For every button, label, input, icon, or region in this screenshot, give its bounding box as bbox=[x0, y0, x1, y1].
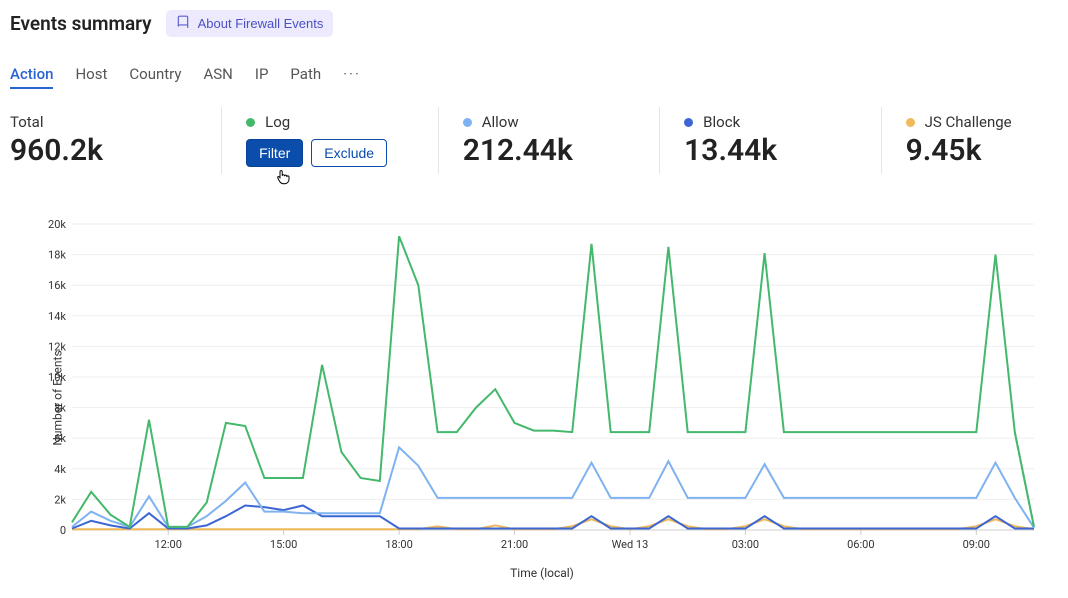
summary-block-label: Block bbox=[703, 113, 740, 131]
page-title: Events summary bbox=[10, 12, 152, 35]
y-axis-label: Number of Events bbox=[51, 350, 65, 445]
cursor-hand-icon bbox=[274, 167, 292, 192]
exclude-button[interactable]: Exclude bbox=[311, 139, 387, 167]
summary-allow[interactable]: Allow 212.44k bbox=[438, 107, 659, 174]
about-label: About Firewall Events bbox=[198, 16, 324, 31]
dot-icon bbox=[463, 118, 472, 127]
summary-allow-value: 212.44k bbox=[463, 133, 635, 168]
y-tick-label: 0 bbox=[60, 524, 66, 537]
tab-path[interactable]: Path bbox=[290, 65, 321, 89]
tab-action[interactable]: Action bbox=[10, 65, 53, 89]
tabs: Action Host Country ASN IP Path ··· bbox=[10, 65, 1058, 89]
summary-log[interactable]: Log Filter Exclude bbox=[221, 107, 438, 174]
y-tick-label: 4k bbox=[54, 463, 66, 476]
about-firewall-button[interactable]: About Firewall Events bbox=[166, 10, 334, 37]
summary-total-value: 960.2k bbox=[10, 133, 197, 168]
tab-ip[interactable]: IP bbox=[255, 65, 269, 89]
y-tick-label: 16k bbox=[48, 279, 66, 292]
tab-host[interactable]: Host bbox=[75, 65, 107, 89]
series-line-log bbox=[72, 236, 1034, 527]
summary-row: Total 960.2k Log Filter Exclude Allow 21… bbox=[10, 107, 1058, 174]
summary-block[interactable]: Block 13.44k bbox=[659, 107, 880, 174]
book-icon bbox=[176, 15, 190, 32]
x-tick-label: 12:00 bbox=[154, 538, 181, 551]
summary-js[interactable]: JS Challenge 9.45k bbox=[881, 107, 1058, 174]
x-tick-label: 09:00 bbox=[963, 538, 990, 551]
summary-js-label: JS Challenge bbox=[925, 113, 1012, 131]
tab-asn[interactable]: ASN bbox=[203, 65, 232, 89]
x-tick-label: 15:00 bbox=[270, 538, 297, 551]
x-tick-label: 18:00 bbox=[385, 538, 412, 551]
x-tick-label: 06:00 bbox=[847, 538, 874, 551]
tab-more-icon[interactable]: ··· bbox=[343, 65, 361, 89]
events-line-chart: 02k4k6k8k10k12k14k16k18k20k12:0015:0018:… bbox=[26, 216, 1046, 556]
y-tick-label: 14k bbox=[48, 310, 66, 323]
x-axis-label: Time (local) bbox=[26, 566, 1058, 580]
y-tick-label: 18k bbox=[48, 249, 66, 262]
filter-button[interactable]: Filter bbox=[246, 139, 303, 167]
x-tick-label: Wed 13 bbox=[612, 538, 649, 551]
x-tick-label: 03:00 bbox=[732, 538, 759, 551]
summary-allow-label: Allow bbox=[482, 113, 519, 131]
dot-icon bbox=[246, 118, 255, 127]
y-tick-label: 20k bbox=[48, 218, 66, 231]
summary-total: Total 960.2k bbox=[10, 107, 221, 174]
summary-block-value: 13.44k bbox=[684, 133, 856, 168]
x-tick-label: 21:00 bbox=[501, 538, 528, 551]
dot-icon bbox=[684, 118, 693, 127]
y-tick-label: 2k bbox=[54, 493, 66, 506]
dot-icon bbox=[906, 118, 915, 127]
summary-total-label: Total bbox=[10, 113, 197, 131]
summary-log-label: Log bbox=[265, 113, 290, 131]
tab-country[interactable]: Country bbox=[129, 65, 181, 89]
summary-js-value: 9.45k bbox=[906, 133, 1034, 168]
